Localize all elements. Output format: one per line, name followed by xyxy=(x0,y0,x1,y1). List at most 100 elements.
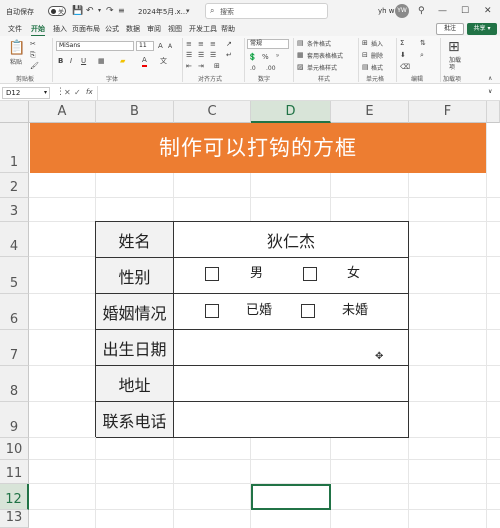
format-as-table-icon[interactable]: ▦ xyxy=(297,51,304,60)
row-header-11[interactable]: 11 xyxy=(0,460,29,484)
addins-button-label[interactable]: 加载项 xyxy=(449,57,461,71)
checkbox-male[interactable] xyxy=(205,267,219,281)
format-as-table-label[interactable]: 套用表格格式 xyxy=(307,52,343,61)
avatar[interactable]: YW xyxy=(395,4,409,18)
birth-label[interactable]: 出生日期 xyxy=(96,330,174,366)
select-all-corner[interactable] xyxy=(0,101,29,123)
birth-value[interactable] xyxy=(174,330,409,366)
address-value[interactable] xyxy=(174,366,409,402)
merge-center-icon[interactable]: ⊞ xyxy=(214,62,220,71)
undo-dropdown-icon[interactable]: ▾ xyxy=(98,4,101,18)
insert-cells-label[interactable]: 插入 xyxy=(371,40,383,49)
checkbox-unmarried[interactable] xyxy=(301,304,315,318)
align-middle-icon[interactable]: ≡ xyxy=(198,40,204,49)
save-icon[interactable]: 💾 xyxy=(72,4,83,18)
row-header-3[interactable]: 3 xyxy=(0,198,29,222)
increase-decimal-icon[interactable]: .0 xyxy=(250,64,256,73)
row-header-4[interactable]: 4 xyxy=(0,222,29,257)
file-name[interactable]: 2024年5月.x... xyxy=(138,7,187,17)
marital-label[interactable]: 婚姻情况 xyxy=(96,294,174,330)
row-header-5[interactable]: 5 xyxy=(0,257,29,294)
autosum-icon[interactable]: Σ xyxy=(400,39,404,48)
search-box[interactable]: ⌕ 搜索 xyxy=(205,3,328,19)
row-header-1[interactable]: 1 xyxy=(0,123,29,173)
insert-function-icon[interactable]: fx xyxy=(86,88,93,96)
confirm-entry-icon[interactable]: ✓ xyxy=(74,88,81,97)
tab-formulas[interactable]: 公式 xyxy=(105,24,119,34)
row-header-12[interactable]: 12 xyxy=(0,484,29,510)
fill-icon[interactable]: ⬇ xyxy=(400,51,406,60)
selected-cell-d12[interactable] xyxy=(251,484,331,510)
maximize-icon[interactable]: ☐ xyxy=(461,4,469,18)
paste-icon[interactable]: 📋 xyxy=(8,40,25,56)
currency-icon[interactable]: 💲 xyxy=(248,53,257,62)
row-header-6[interactable]: 6 xyxy=(0,294,29,330)
file-name-dropdown-icon[interactable]: ▾ xyxy=(186,4,190,18)
column-header-e[interactable]: E xyxy=(331,101,409,123)
delete-cells-label[interactable]: 删除 xyxy=(371,52,383,61)
underline-icon[interactable]: U xyxy=(81,57,86,66)
tab-data[interactable]: 数据 xyxy=(126,24,140,34)
tab-review[interactable]: 审阅 xyxy=(147,24,161,34)
bold-icon[interactable]: B xyxy=(58,57,63,66)
addins-icon[interactable]: ⊞ xyxy=(448,39,460,55)
italic-icon[interactable]: I xyxy=(70,57,72,66)
checkbox-female[interactable] xyxy=(303,267,317,281)
format-painter-icon[interactable]: 🖌 xyxy=(30,62,39,71)
increase-font-icon[interactable]: A xyxy=(158,42,163,51)
cut-icon[interactable]: ✂ xyxy=(30,40,36,49)
delete-cells-icon[interactable]: ⊟ xyxy=(362,51,368,60)
conditional-format-label[interactable]: 条件格式 xyxy=(307,40,331,49)
column-header-g[interactable] xyxy=(487,101,500,123)
column-header-d[interactable]: D xyxy=(251,101,331,123)
format-cells-label[interactable]: 格式 xyxy=(371,64,383,73)
address-label[interactable]: 地址 xyxy=(96,366,174,402)
fill-color-icon[interactable]: ▰ xyxy=(120,57,125,66)
phonetic-icon[interactable]: 文 xyxy=(160,57,167,66)
font-size-combo[interactable]: 11 xyxy=(136,41,154,51)
column-header-f[interactable]: F xyxy=(409,101,487,123)
wrap-text-icon[interactable]: ↵ xyxy=(226,51,232,60)
copy-icon[interactable]: ⎘ xyxy=(30,51,36,60)
decrease-decimal-icon[interactable]: .00 xyxy=(266,64,276,73)
expand-formula-icon[interactable]: ∨ xyxy=(488,88,492,95)
name-value[interactable]: 狄仁杰 xyxy=(174,222,409,258)
conditional-format-icon[interactable]: ▤ xyxy=(297,39,304,48)
sort-filter-icon[interactable]: ⇅ xyxy=(420,39,426,48)
tab-developer[interactable]: 开发工具 xyxy=(189,24,217,34)
decrease-font-icon[interactable]: A xyxy=(168,42,172,51)
percent-icon[interactable]: % xyxy=(262,53,269,62)
redo-icon[interactable]: ↷ xyxy=(106,4,114,18)
tab-view[interactable]: 视图 xyxy=(168,24,182,34)
phone-label[interactable]: 联系电话 xyxy=(96,402,174,438)
comma-style-icon[interactable]: ⁹ xyxy=(276,53,279,62)
checkbox-married[interactable] xyxy=(205,304,219,318)
find-select-icon[interactable]: ⌕ xyxy=(420,51,424,60)
align-bottom-icon[interactable]: ≡ xyxy=(210,40,216,49)
insert-cells-icon[interactable]: ⊞ xyxy=(362,39,368,48)
column-header-c[interactable]: C xyxy=(174,101,251,123)
align-center-icon[interactable]: ☰ xyxy=(198,51,204,60)
tab-page-layout[interactable]: 页面布局 xyxy=(72,24,100,34)
customize-toolbar-icon[interactable]: ≡ xyxy=(118,4,125,18)
border-icon[interactable]: ▦ xyxy=(98,57,105,66)
close-icon[interactable]: ✕ xyxy=(484,4,492,18)
tab-file[interactable]: 文件 xyxy=(8,24,22,34)
lightbulb-icon[interactable]: ⚲ xyxy=(418,4,425,18)
increase-indent-icon[interactable]: ⇥ xyxy=(198,62,204,71)
font-color-icon[interactable]: A xyxy=(142,56,147,67)
cell-styles-icon[interactable]: ▨ xyxy=(297,63,304,72)
align-right-icon[interactable]: ☰ xyxy=(210,51,216,60)
format-cells-icon[interactable]: ▤ xyxy=(362,63,369,72)
row-header-7[interactable]: 7 xyxy=(0,330,29,366)
collapse-ribbon-icon[interactable]: ∧ xyxy=(488,74,492,83)
tab-insert[interactable]: 插入 xyxy=(53,24,67,34)
minimize-icon[interactable]: — xyxy=(438,4,447,18)
align-left-icon[interactable]: ☰ xyxy=(186,51,192,60)
cell-styles-label[interactable]: 单元格样式 xyxy=(307,64,337,73)
clear-icon[interactable]: ⌫ xyxy=(400,63,410,72)
decrease-indent-icon[interactable]: ⇤ xyxy=(186,62,192,71)
user-name[interactable]: yh w xyxy=(378,7,395,15)
name-box-dropdown-icon[interactable]: ▾ xyxy=(44,89,47,96)
row-header-13[interactable]: 13 xyxy=(0,510,29,528)
